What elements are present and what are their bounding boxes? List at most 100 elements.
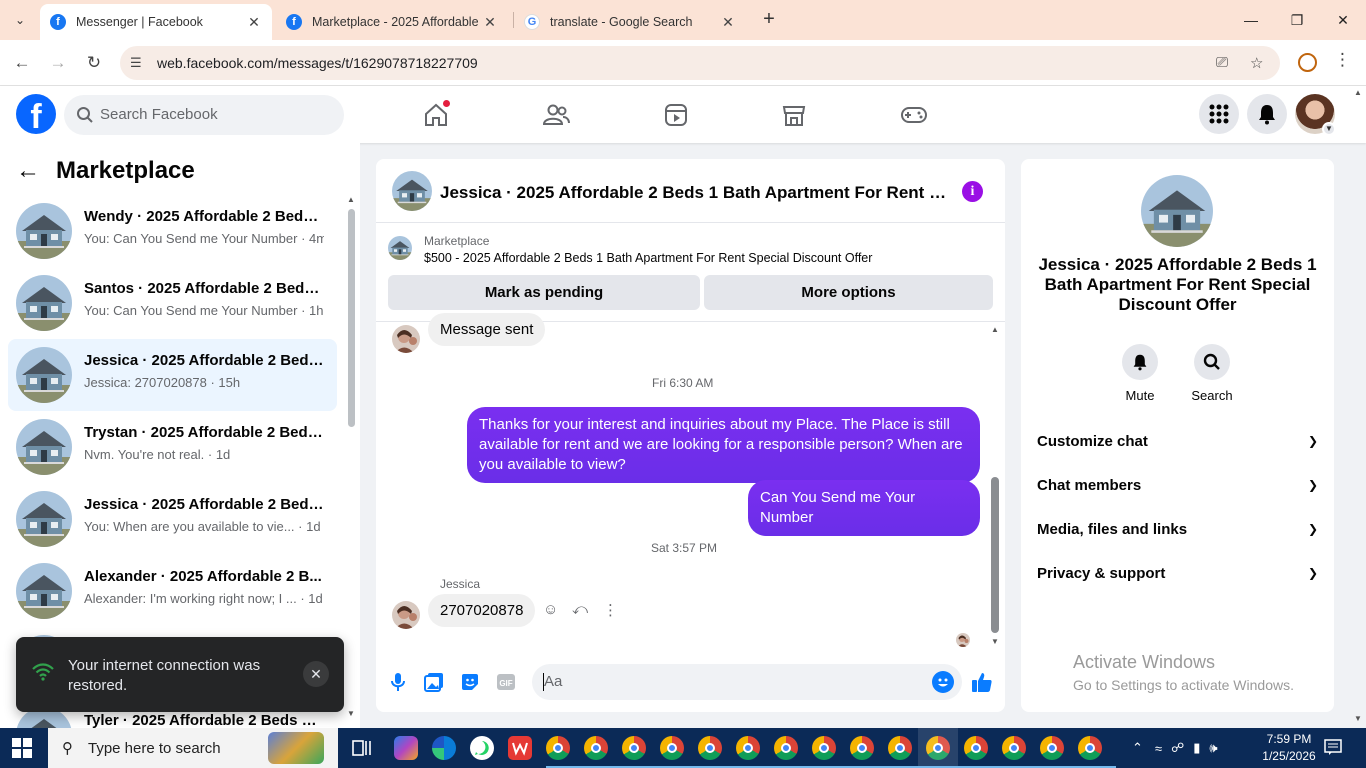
network-icon[interactable]: ≈ xyxy=(1155,741,1162,756)
show-hidden-icons-chevron-icon[interactable]: ⌃ xyxy=(1132,740,1143,756)
chrome-icon[interactable] xyxy=(850,736,874,760)
reply-arrow-icon[interactable]: ⤺ xyxy=(572,601,588,618)
address-bar[interactable]: ☰ web.facebook.com/messages/t/1629078718… xyxy=(120,46,1280,80)
search-icon[interactable] xyxy=(1194,344,1230,380)
scroll-up-arrow-icon[interactable]: ▲ xyxy=(991,325,999,334)
menu-grid-icon[interactable] xyxy=(1199,94,1239,134)
conversation-item[interactable]: Santos · 2025 Affordable 2 Beds ... You: … xyxy=(8,267,337,339)
listing-avatar[interactable] xyxy=(392,171,432,211)
privacy-support-row[interactable]: Privacy & support ❯ xyxy=(1037,551,1318,595)
chrome-menu-icon[interactable]: ⋮ xyxy=(1334,50,1351,70)
windows-start-icon[interactable] xyxy=(12,738,32,758)
listing-price-title[interactable]: $500 - 2025 Affordable 2 Beds 1 Bath Apa… xyxy=(424,251,872,265)
scroll-up-arrow-icon[interactable]: ▲ xyxy=(1354,88,1362,97)
microphone-icon[interactable] xyxy=(387,671,409,693)
conversation-item[interactable]: Jessica · 2025 Affordable 2 Beds ... Jess… xyxy=(8,339,337,411)
scroll-up-arrow-icon[interactable]: ▲ xyxy=(347,195,355,204)
mark-as-pending-button[interactable]: Mark as pending xyxy=(388,275,700,310)
conversation-item[interactable]: Trystan · 2025 Affordable 2 Beds... Nvm. … xyxy=(8,411,337,483)
taskbar-search-box[interactable]: ⚲ Type here to search xyxy=(48,728,338,768)
react-emoji-icon[interactable]: ☺ xyxy=(543,601,558,618)
sender-avatar[interactable] xyxy=(392,601,420,629)
conversation-item[interactable]: Jessica · 2025 Affordable 2 Beds ... You:… xyxy=(8,483,337,555)
window-close-icon[interactable]: ✕ xyxy=(1320,0,1366,40)
listing-avatar-large[interactable] xyxy=(1141,175,1213,247)
whatsapp-icon[interactable] xyxy=(470,736,494,760)
wps-office-icon[interactable] xyxy=(508,736,532,760)
tab-google-search[interactable]: G translate - Google Search ✕ xyxy=(514,4,746,40)
restore-icon[interactable]: ❐ xyxy=(1274,0,1320,40)
scroll-down-arrow-icon[interactable]: ▼ xyxy=(347,709,355,718)
sidebar-scrollbar[interactable]: ▲ ▼ xyxy=(347,195,356,718)
chrome-icon[interactable] xyxy=(774,736,798,760)
install-app-icon[interactable]: ⎚ xyxy=(1216,54,1228,71)
back-arrow-icon[interactable]: ← xyxy=(16,157,40,185)
edge-icon[interactable] xyxy=(432,736,456,760)
mute-action[interactable]: Mute xyxy=(1110,344,1170,403)
facebook-search-input[interactable]: Search Facebook xyxy=(64,95,344,135)
mute-bell-icon[interactable] xyxy=(1122,344,1158,380)
message-input[interactable]: Aa xyxy=(532,664,962,700)
tab-close-icon[interactable]: ✕ xyxy=(720,14,736,31)
tab-close-icon[interactable]: ✕ xyxy=(246,14,262,31)
conversation-item[interactable]: Alexander · 2025 Affordable 2 B... Alexan… xyxy=(8,555,337,627)
sender-avatar[interactable] xyxy=(392,325,420,353)
sticker-icon[interactable] xyxy=(459,671,481,693)
conversation-item[interactable]: Wendy · 2025 Affordable 2 Beds... You: Ca… xyxy=(8,195,337,267)
chrome-icon-active[interactable] xyxy=(918,728,958,768)
tab-close-icon[interactable]: ✕ xyxy=(482,14,498,31)
chat-scrollbar[interactable]: ▲ ▼ xyxy=(990,325,1000,647)
bookmark-star-icon[interactable]: ☆ xyxy=(1250,54,1263,72)
marketplace-icon[interactable] xyxy=(774,98,814,132)
reload-icon[interactable]: ↻ xyxy=(82,51,106,75)
listing-thumbnail[interactable] xyxy=(388,236,412,260)
notifications-bell-icon[interactable] xyxy=(1247,94,1287,134)
home-icon[interactable] xyxy=(416,98,456,132)
facebook-logo-icon[interactable]: f xyxy=(16,94,56,134)
task-view-icon[interactable] xyxy=(350,736,374,760)
chat-members-row[interactable]: Chat members ❯ xyxy=(1037,463,1318,507)
account-chevron-icon[interactable]: ▼ xyxy=(1322,122,1336,136)
volume-icon[interactable]: 🕪 xyxy=(1209,740,1217,756)
scrollbar-thumb[interactable] xyxy=(348,209,355,427)
copilot-icon[interactable] xyxy=(394,736,418,760)
photo-attach-icon[interactable] xyxy=(423,671,445,693)
search-action[interactable]: Search xyxy=(1182,344,1242,403)
emoji-picker-icon[interactable] xyxy=(932,671,954,693)
chrome-icon[interactable] xyxy=(736,736,760,760)
minimize-icon[interactable]: — xyxy=(1228,0,1274,40)
chrome-icon[interactable] xyxy=(812,736,836,760)
customize-chat-row[interactable]: Customize chat ❯ xyxy=(1037,419,1318,463)
gif-icon[interactable]: GIF xyxy=(495,671,517,693)
chrome-icon[interactable] xyxy=(584,736,608,760)
connected-device-icon[interactable]: ☍ xyxy=(1171,740,1184,756)
more-actions-icon[interactable]: ⋮ xyxy=(603,601,618,619)
chrome-icon[interactable] xyxy=(888,736,912,760)
video-icon[interactable] xyxy=(656,98,696,132)
chrome-icon[interactable] xyxy=(622,736,646,760)
scroll-down-arrow-icon[interactable]: ▼ xyxy=(991,637,999,646)
system-clock[interactable]: 7:59 PM 1/25/2026 xyxy=(1258,731,1320,765)
back-arrow-icon[interactable]: ← xyxy=(10,51,34,75)
chrome-icon[interactable] xyxy=(1002,736,1026,760)
media-files-links-row[interactable]: Media, files and links ❯ xyxy=(1037,507,1318,551)
battery-icon[interactable]: ▮ xyxy=(1193,740,1200,756)
chrome-icon[interactable] xyxy=(546,736,570,760)
tab-marketplace[interactable]: f Marketplace - 2025 Affordable ✕ xyxy=(276,4,508,40)
tab-search-chevron-icon[interactable]: ⌄ xyxy=(8,8,32,32)
page-scrollbar[interactable]: ▲ ▼ xyxy=(1350,86,1366,728)
chrome-icon[interactable] xyxy=(698,736,722,760)
chrome-icon[interactable] xyxy=(660,736,684,760)
toast-close-icon[interactable]: ✕ xyxy=(303,661,329,687)
chat-title[interactable]: Jessica · 2025 Affordable 2 Beds 1 Bath … xyxy=(440,183,950,203)
forward-arrow-icon[interactable]: → xyxy=(46,51,70,75)
new-tab-plus-icon[interactable]: + xyxy=(758,8,780,30)
chrome-icon[interactable] xyxy=(964,736,988,760)
chrome-icon[interactable] xyxy=(1040,736,1064,760)
thumbs-up-icon[interactable] xyxy=(971,671,993,693)
notification-center-icon[interactable] xyxy=(1324,738,1342,761)
scrollbar-thumb[interactable] xyxy=(991,477,999,633)
profile-icon[interactable] xyxy=(1298,53,1317,72)
site-settings-icon[interactable]: ☰ xyxy=(130,55,142,71)
tab-messenger[interactable]: f Messenger | Facebook ✕ xyxy=(40,4,272,40)
